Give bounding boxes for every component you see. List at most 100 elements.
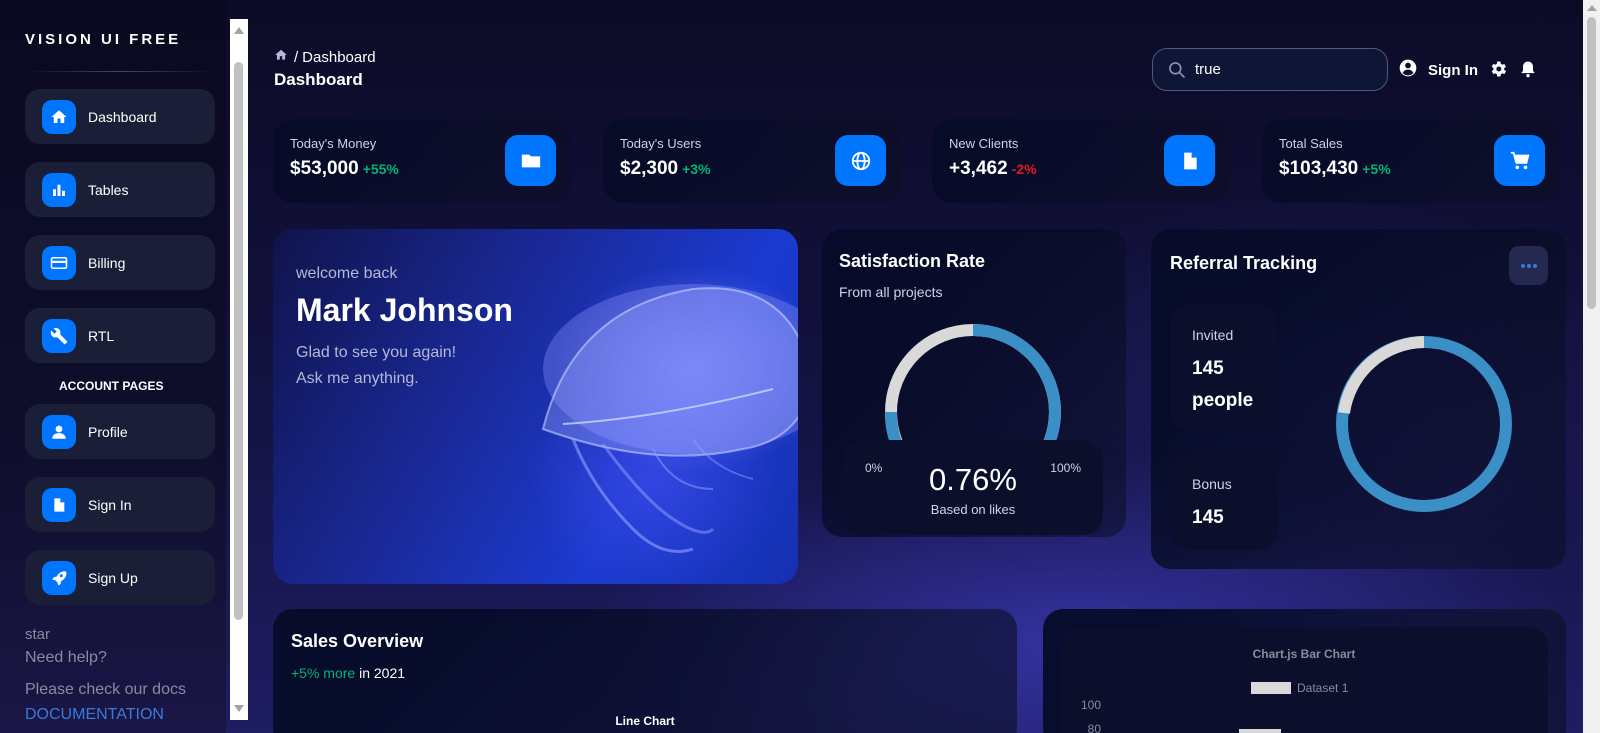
page-scrollbar[interactable] <box>1583 0 1600 733</box>
stat-number: $2,300 <box>620 158 679 179</box>
sidebar-item-label: RTL <box>88 327 115 344</box>
bell-icon[interactable] <box>1518 59 1538 79</box>
bar-chart-container: Chart.js Bar Chart Dataset 1 100 80 <box>1061 627 1548 733</box>
search-input[interactable] <box>1195 61 1365 78</box>
credit-card-icon <box>42 245 76 280</box>
invited-box: Invited 145 people <box>1170 303 1278 432</box>
sign-in-button[interactable]: Sign In <box>1398 58 1478 83</box>
welcome-message: Ask me anything. <box>296 370 419 387</box>
stat-change: -2% <box>1011 161 1037 177</box>
satisfaction-note: Based on likes <box>930 502 1016 517</box>
satisfaction-card: Satisfaction Rate From all projects 0% 1… <box>822 229 1126 537</box>
welcome-message: Glad to see you again! <box>296 344 457 361</box>
referral-card: Referral Tracking Invited 145 people Bon… <box>1151 229 1566 569</box>
sidebar-scrollbar[interactable] <box>230 19 248 720</box>
search-icon <box>1167 60 1187 80</box>
bar-chart: Chart.js Bar Chart Dataset 1 100 80 <box>1081 647 1356 733</box>
sidebar-item-signin[interactable]: Sign In <box>25 477 215 532</box>
sales-subtitle: +5% more in 2021 <box>291 665 405 681</box>
stat-number: $103,430 <box>1279 158 1359 179</box>
stat-change: +5% <box>1362 161 1391 177</box>
stat-card-money: Today's Money $53,000 +55% <box>273 119 571 203</box>
sidebar-item-profile[interactable]: Profile <box>25 404 215 459</box>
wrench-icon <box>42 318 76 353</box>
sidebar-item-rtl[interactable]: RTL <box>25 308 215 363</box>
scroll-down-arrow-icon[interactable] <box>234 705 244 712</box>
scroll-up-arrow-icon[interactable] <box>1587 5 1597 11</box>
rocket-icon <box>42 560 76 595</box>
welcome-card: welcome back Mark Johnson Glad to see yo… <box>273 229 798 584</box>
stat-card-clients: New Clients +3,462 -2% <box>932 119 1230 203</box>
stat-change: +3% <box>682 161 711 177</box>
sidebar-item-label: Profile <box>88 423 128 440</box>
document-icon <box>42 487 76 522</box>
bar-chart-icon <box>42 172 76 207</box>
stat-value: $103,430 +5% <box>1279 158 1391 180</box>
bonus-box: Bonus 145 <box>1170 452 1278 550</box>
sidebar-item-label: Dashboard <box>88 108 157 125</box>
sidebar-item-label: Tables <box>88 181 129 198</box>
line-chart-title: Line Chart <box>615 714 675 728</box>
sales-change: +5% more <box>291 665 356 681</box>
sidebar-item-label: Billing <box>88 254 126 271</box>
sidebar-item-signup[interactable]: Sign Up <box>25 550 215 605</box>
globe-icon <box>835 135 886 186</box>
stat-value: $53,000 +55% <box>290 158 399 180</box>
bar-chart-card: Chart.js Bar Chart Dataset 1 100 80 <box>1043 609 1566 733</box>
stat-value: +3,462 -2% <box>949 158 1037 180</box>
search-box[interactable] <box>1152 48 1388 91</box>
y-tick-label: 100 <box>1081 698 1101 712</box>
sidebar-item-tables[interactable]: Tables <box>25 162 215 217</box>
invited-value: 145 people <box>1192 358 1254 411</box>
y-tick-label: 80 <box>1088 722 1102 733</box>
help-title: Need help? <box>25 649 107 666</box>
invited-label: Invited <box>1192 327 1234 343</box>
brand-logo[interactable]: VISION UI FREE <box>25 31 181 48</box>
card-subtitle: From all projects <box>839 284 943 300</box>
dots-icon <box>1520 263 1537 268</box>
stat-card-sales: Total Sales $103,430 +5% <box>1262 119 1560 203</box>
scrollbar-thumb[interactable] <box>1587 17 1596 309</box>
sidebar: VISION UI FREE Dashboard Tables Billing … <box>0 0 226 733</box>
more-options-button[interactable] <box>1509 246 1548 285</box>
stat-value: $2,300 +3% <box>620 158 711 180</box>
sidebar-item-label: Sign In <box>88 496 132 513</box>
chart-title: Chart.js Bar Chart <box>1253 647 1356 661</box>
legend-label: Dataset 1 <box>1297 681 1349 695</box>
stat-card-users: Today's Users $2,300 +3% <box>603 119 901 203</box>
stat-number: $53,000 <box>290 158 359 179</box>
breadcrumb-current: Dashboard <box>302 48 376 66</box>
stat-number: +3,462 <box>949 158 1008 179</box>
gear-icon[interactable] <box>1488 59 1508 79</box>
help-text: Please check our docs <box>25 681 186 698</box>
folder-icon <box>505 135 556 186</box>
stat-title: Total Sales <box>1279 136 1343 151</box>
card-title: Satisfaction Rate <box>839 251 986 271</box>
satisfaction-summary: 0% 100% 0.76% Based on likes <box>843 440 1103 535</box>
sales-overview-card: Sales Overview +5% more in 2021 Line Cha… <box>273 609 1017 733</box>
breadcrumb: / Dashboard <box>274 48 376 66</box>
breadcrumb-separator: / <box>294 48 299 66</box>
account-circle-icon <box>1398 58 1418 83</box>
documentation-link[interactable]: DOCUMENTATION <box>25 706 164 724</box>
card-title: Sales Overview <box>291 631 424 651</box>
sidebar-item-dashboard[interactable]: Dashboard <box>25 89 215 144</box>
home-icon[interactable] <box>274 48 288 66</box>
user-name: Mark Johnson <box>296 292 513 328</box>
help-star-text: star <box>25 626 51 643</box>
sidebar-item-label: Sign Up <box>88 569 138 586</box>
home-icon <box>42 99 76 134</box>
stat-title: New Clients <box>949 136 1019 151</box>
stat-title: Today's Money <box>290 136 377 151</box>
bonus-value: 145 <box>1192 507 1224 528</box>
sign-in-label: Sign In <box>1428 62 1478 79</box>
bonus-label: Bonus <box>1192 476 1232 492</box>
person-icon <box>42 414 76 449</box>
divider <box>25 71 215 72</box>
bar <box>1239 729 1281 733</box>
sidebar-item-billing[interactable]: Billing <box>25 235 215 290</box>
scroll-up-arrow-icon[interactable] <box>234 27 244 34</box>
stat-title: Today's Users <box>620 136 702 151</box>
scrollbar-thumb[interactable] <box>234 62 243 620</box>
stat-change: +55% <box>362 161 399 177</box>
